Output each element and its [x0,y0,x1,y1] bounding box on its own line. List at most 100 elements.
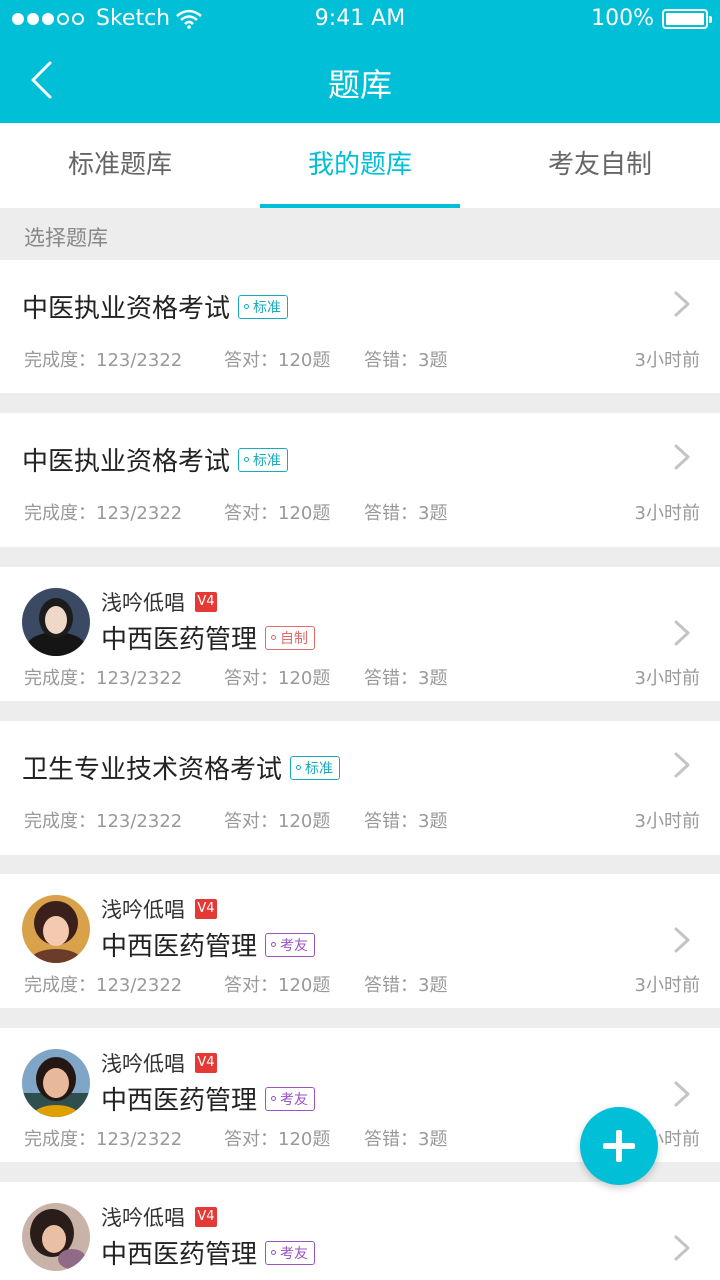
status-bar: Sketch 9:41 AM 100% [0,0,720,42]
tag-label: 考友 [280,937,309,954]
tag-dot-icon [271,1250,277,1255]
stat-progress: 完成度：123/2322 [24,811,183,832]
tag-standard: 标准 [238,294,289,319]
tag-label: 标准 [253,299,282,316]
tag-dot-icon [296,765,302,770]
tab-my-bank[interactable]: 我的题库 [240,123,480,208]
author-name: 浅吟低唱 [101,898,185,922]
card-title-text: 中医执业资格考试 [22,447,231,477]
tag-user-made: 考友 [265,932,316,957]
card-stats: 完成度：123/2322 答对：120题 答错：3题 3小时前 [24,807,700,833]
card-title-text: 卫生专业技术资格考试 [22,755,283,785]
stat-correct: 答对：120题 [224,975,331,996]
stat-correct: 答对：120题 [224,811,331,832]
card-title-text: 中西医药管理 [101,932,258,962]
section-label: 选择题库 [24,226,108,250]
avatar[interactable] [22,1049,90,1117]
battery-percent: 100% [591,6,654,31]
app-header: Sketch 9:41 AM 100% 题库 [0,0,720,123]
battery-status: 100% [591,6,712,31]
question-bank-card[interactable]: 中医执业资格考试 标准 完成度：123/2322 答对：120题 答错：3题 3… [0,413,720,547]
stat-time: 3小时前 [634,503,700,524]
tab-standard-bank[interactable]: 标准题库 [0,123,240,208]
avatar[interactable] [22,588,90,656]
stat-correct: 答对：120题 [224,668,331,689]
card-title-text: 中医执业资格考试 [22,294,231,324]
level-badge: V4 [195,1207,217,1227]
tag-dot-icon [271,635,277,640]
card-title: 中西医药管理 考友 [101,1234,316,1271]
tag-self-made: 自制 [265,625,316,650]
stat-time: 3小时前 [634,975,700,996]
author-line: 浅吟低唱 V4 [101,894,217,924]
tag-user-made: 考友 [265,1240,316,1265]
stat-progress: 完成度：123/2322 [24,350,183,371]
card-title-text: 中西医药管理 [101,1240,258,1270]
card-stats: 完成度：123/2322 答对：120题 答错：3题 3小时前 [24,346,700,372]
tag-label: 标准 [253,452,282,469]
stat-time: 3小时前 [634,811,700,832]
plus-icon [603,1130,635,1162]
chevron-right-icon [674,1081,690,1107]
tag-standard: 标准 [290,755,341,780]
stat-wrong: 答错：3题 [364,975,448,996]
question-bank-card[interactable]: 浅吟低唱 V4 中西医药管理 考友 [0,1182,720,1280]
stat-time: 3小时前 [634,668,700,689]
page-title: 题库 [327,66,392,104]
user-avatar-icon [22,1049,90,1117]
avatar[interactable] [22,895,90,963]
stat-correct: 答对：120题 [224,350,331,371]
stat-correct: 答对：120题 [224,1129,331,1150]
card-title: 卫生专业技术资格考试 标准 [22,749,341,786]
author-name: 浅吟低唱 [101,591,185,615]
card-stats: 完成度：123/2322 答对：120题 答错：3题 3小时前 [24,971,700,997]
tag-standard: 标准 [238,447,289,472]
stat-wrong: 答错：3题 [364,503,448,524]
author-line: 浅吟低唱 V4 [101,1048,217,1078]
add-button[interactable] [580,1107,658,1185]
question-bank-card[interactable]: 浅吟低唱 V4 中西医药管理 自制 完成度：123/2322 答对：120题 答… [0,567,720,701]
tag-label: 自制 [280,630,309,647]
card-title-text: 中西医药管理 [101,625,258,655]
question-bank-card[interactable]: 卫生专业技术资格考试 标准 完成度：123/2322 答对：120题 答错：3题… [0,721,720,855]
tag-label: 考友 [280,1245,309,1262]
nav-bar: 题库 [0,42,720,123]
tag-dot-icon [244,457,250,462]
user-avatar-icon [22,588,90,656]
chevron-right-icon [674,752,690,778]
tag-user-made: 考友 [265,1086,316,1111]
stat-wrong: 答错：3题 [364,668,448,689]
card-title-text: 中西医药管理 [101,1086,258,1116]
card-stats: 完成度：123/2322 答对：120题 答错：3题 3小时前 [24,664,700,690]
stat-time: 3小时前 [634,350,700,371]
stat-wrong: 答错：3题 [364,350,448,371]
tab-user-made[interactable]: 考友自制 [480,123,720,208]
stat-wrong: 答错：3题 [364,1129,448,1150]
card-title: 中医执业资格考试 标准 [22,288,289,325]
chevron-right-icon [674,927,690,953]
stat-progress: 完成度：123/2322 [24,503,183,524]
card-title: 中西医药管理 考友 [101,1080,316,1117]
level-badge: V4 [195,1053,217,1073]
tab-bar: 标准题库 我的题库 考友自制 [0,123,720,208]
chevron-right-icon [674,1235,690,1261]
tag-dot-icon [271,1096,277,1101]
tag-dot-icon [271,942,277,947]
tag-label: 考友 [280,1091,309,1108]
card-title: 中西医药管理 自制 [101,619,316,656]
author-name: 浅吟低唱 [101,1052,185,1076]
avatar[interactable] [22,1203,90,1271]
tag-dot-icon [244,304,250,309]
question-bank-card[interactable]: 中医执业资格考试 标准 完成度：123/2322 答对：120题 答错：3题 3… [0,260,720,393]
chevron-right-icon [674,291,690,317]
card-title: 中西医药管理 考友 [101,926,316,963]
author-name: 浅吟低唱 [101,1206,185,1230]
question-bank-card[interactable]: 浅吟低唱 V4 中西医药管理 考友 完成度：123/2322 答对：120题 答… [0,874,720,1008]
author-line: 浅吟低唱 V4 [101,587,217,617]
stat-progress: 完成度：123/2322 [24,1129,183,1150]
level-badge: V4 [195,592,217,612]
stat-progress: 完成度：123/2322 [24,668,183,689]
stat-correct: 答对：120题 [224,503,331,524]
level-badge: V4 [195,899,217,919]
chevron-right-icon [674,620,690,646]
